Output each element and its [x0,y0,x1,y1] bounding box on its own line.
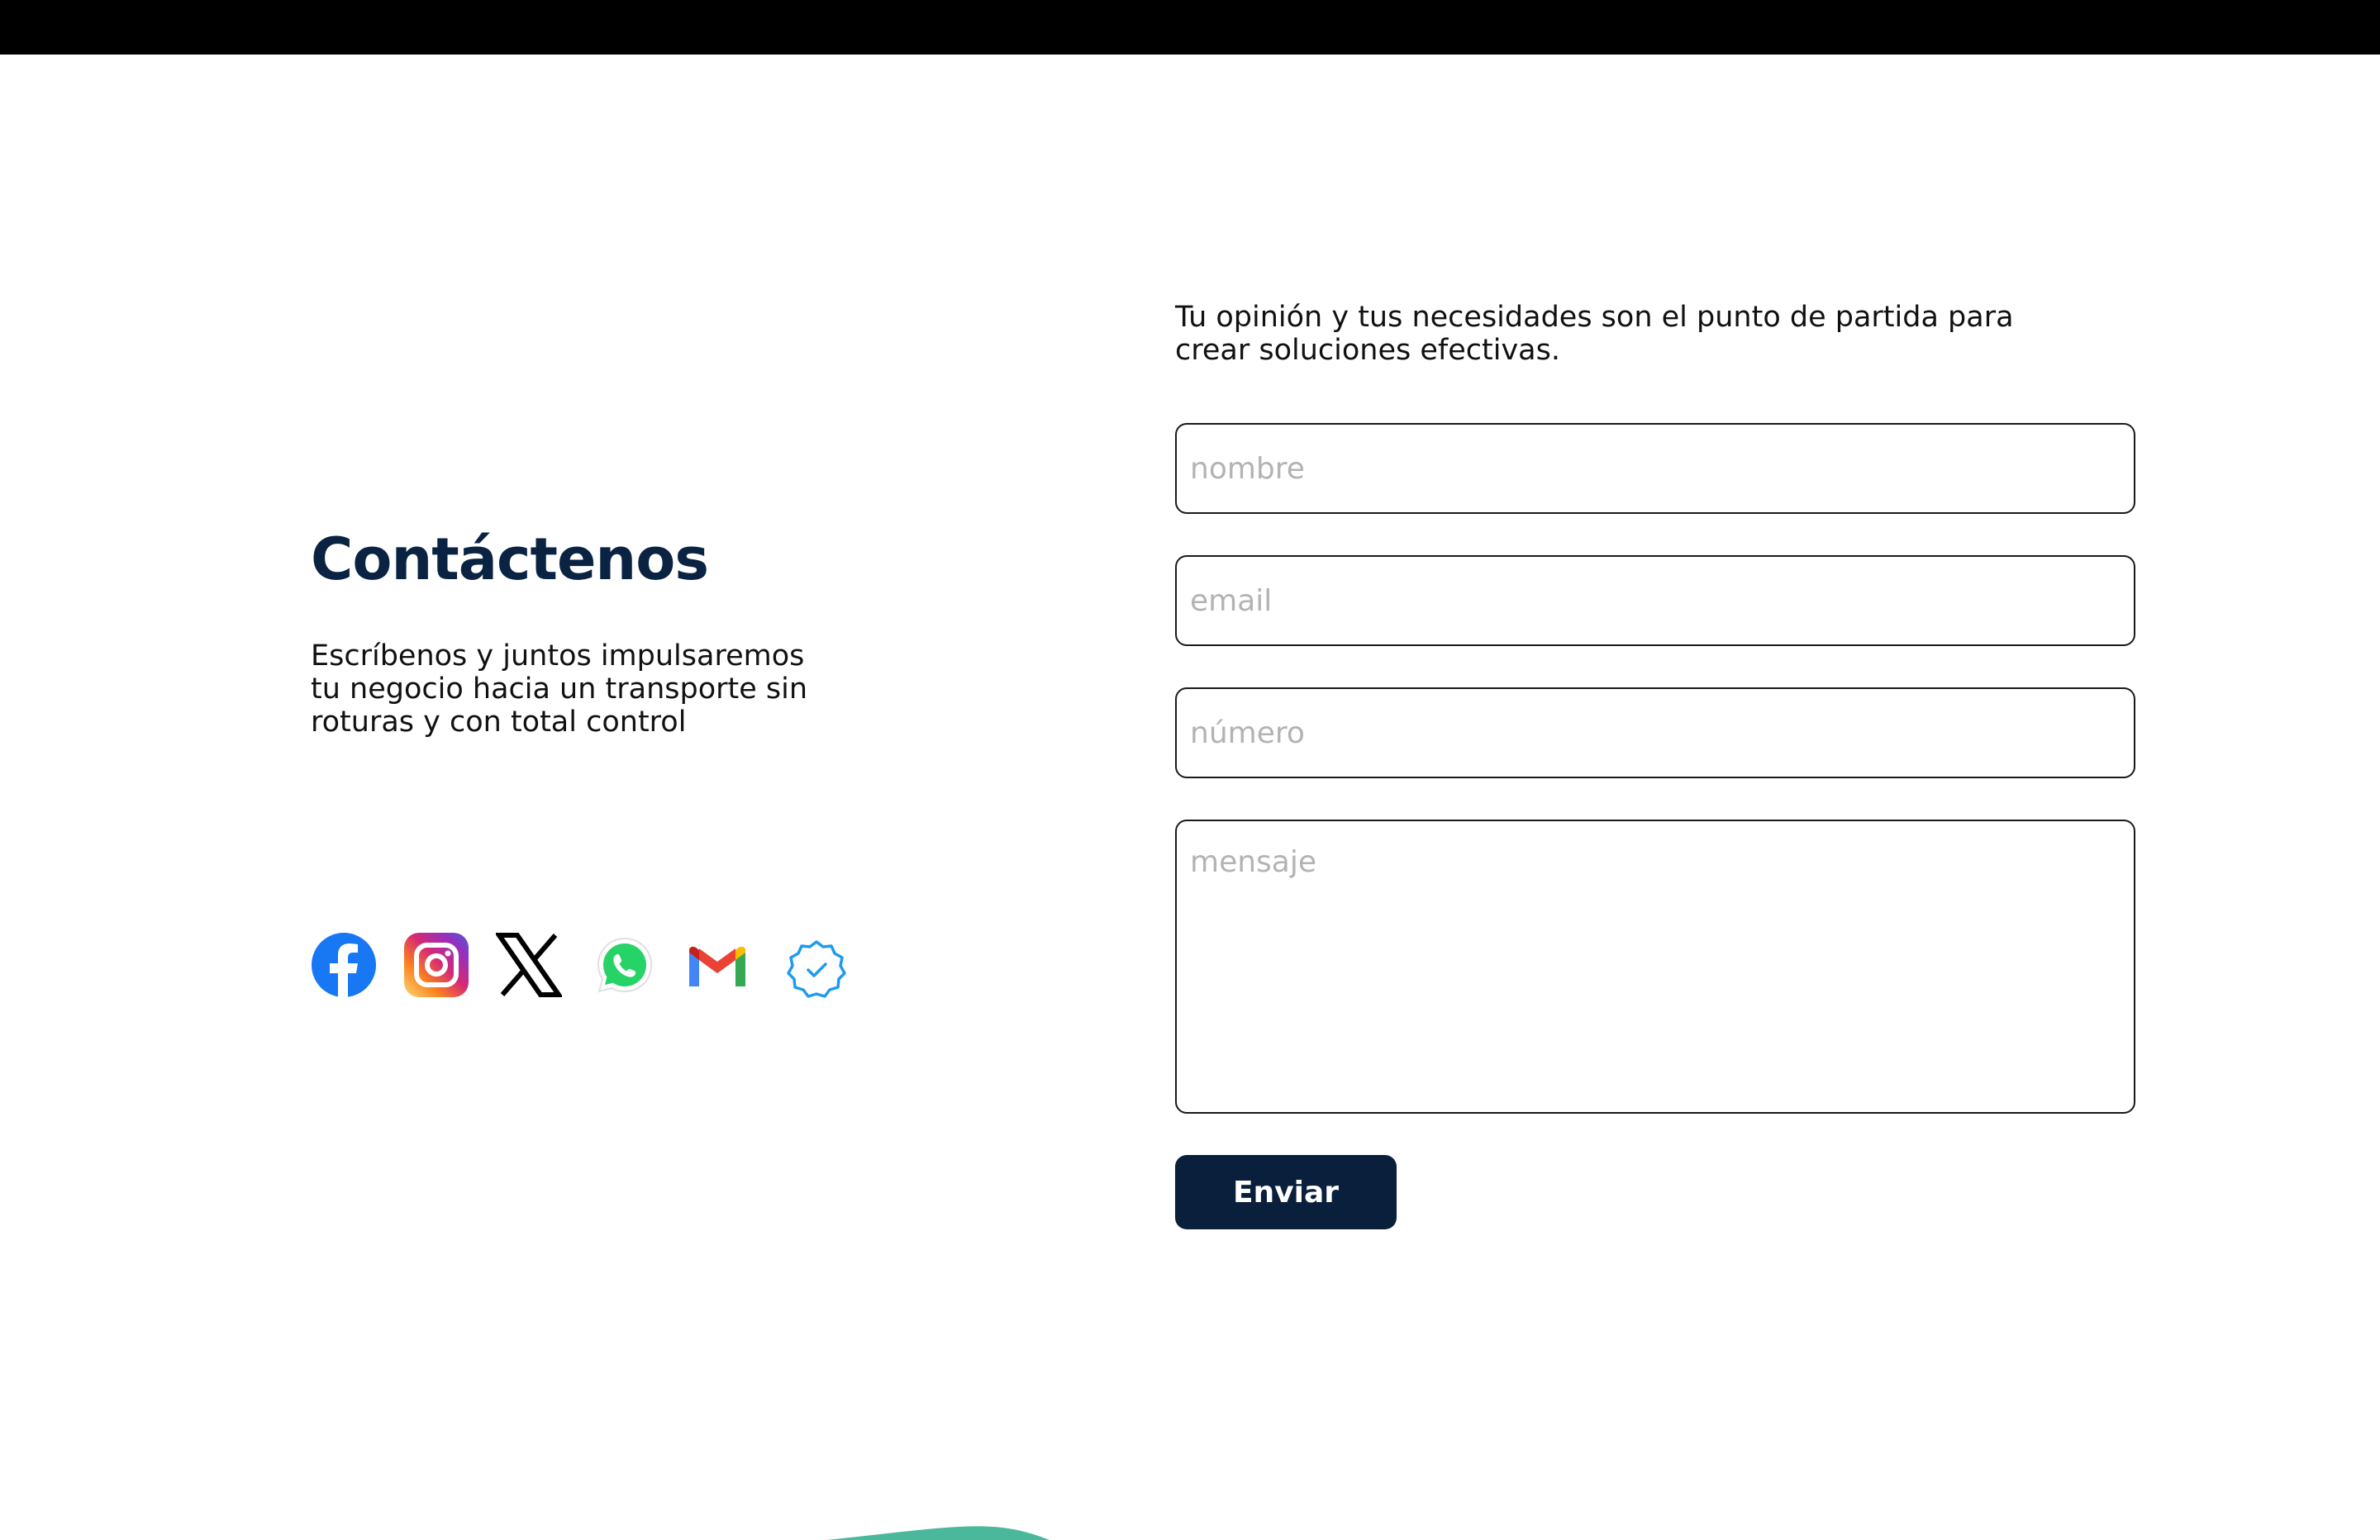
message-textarea[interactable] [1175,820,2135,1114]
send-button[interactable]: Enviar [1175,1155,1397,1229]
instagram-icon[interactable] [403,932,469,998]
gmail-icon[interactable] [684,932,750,998]
decorative-wave-shape [826,1526,1050,1540]
name-input[interactable] [1175,423,2135,514]
social-links [311,932,856,998]
contact-description: Escríbenos y juntos impulsaremos tu nego… [311,639,808,739]
contact-heading: Contáctenos [311,525,709,593]
top-bar [0,0,2380,55]
whatsapp-icon[interactable] [592,932,658,998]
x-icon[interactable] [496,932,562,998]
form-tagline: Tu opinión y tus necesidades son el punt… [1175,301,2014,367]
number-input[interactable] [1175,687,2135,778]
verified-badge-icon[interactable] [783,937,850,1003]
facebook-icon[interactable] [311,932,377,998]
email-input[interactable] [1175,555,2135,646]
